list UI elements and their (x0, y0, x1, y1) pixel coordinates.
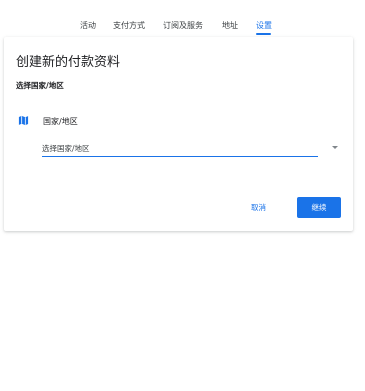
tab-settings[interactable]: 设置 (256, 19, 272, 33)
continue-button[interactable]: 继续 (297, 197, 341, 218)
country-region-select-value: 选择国家/地区 (42, 144, 90, 153)
active-tab-indicator (256, 33, 271, 35)
top-nav-tabs: 活动 支付方式 订阅及服务 地址 设置 (0, 0, 365, 40)
tab-addresses[interactable]: 地址 (222, 19, 238, 33)
cancel-button[interactable]: 取消 (247, 200, 270, 216)
map-icon (18, 115, 29, 126)
country-region-label: 国家/地区 (43, 117, 78, 126)
country-region-select[interactable]: 选择国家/地区 (42, 140, 344, 157)
card-title: 创建新的付款资料 (16, 55, 121, 70)
payments-settings-page: 活动 支付方式 订阅及服务 地址 设置 创建新的付款资料 选择国家/地区 国家/… (0, 0, 365, 391)
section-label: 选择国家/地区 (16, 81, 64, 90)
dropdown-arrow-icon[interactable] (332, 146, 338, 149)
tab-payment-methods[interactable]: 支付方式 (113, 19, 145, 33)
tab-subscriptions-services[interactable]: 订阅及服务 (163, 19, 203, 33)
tab-activity[interactable]: 活动 (80, 19, 96, 33)
create-payment-profile-card: 创建新的付款资料 选择国家/地区 国家/地区 选择国家/地区 取消 继续 (4, 37, 353, 231)
select-underline (42, 156, 318, 157)
